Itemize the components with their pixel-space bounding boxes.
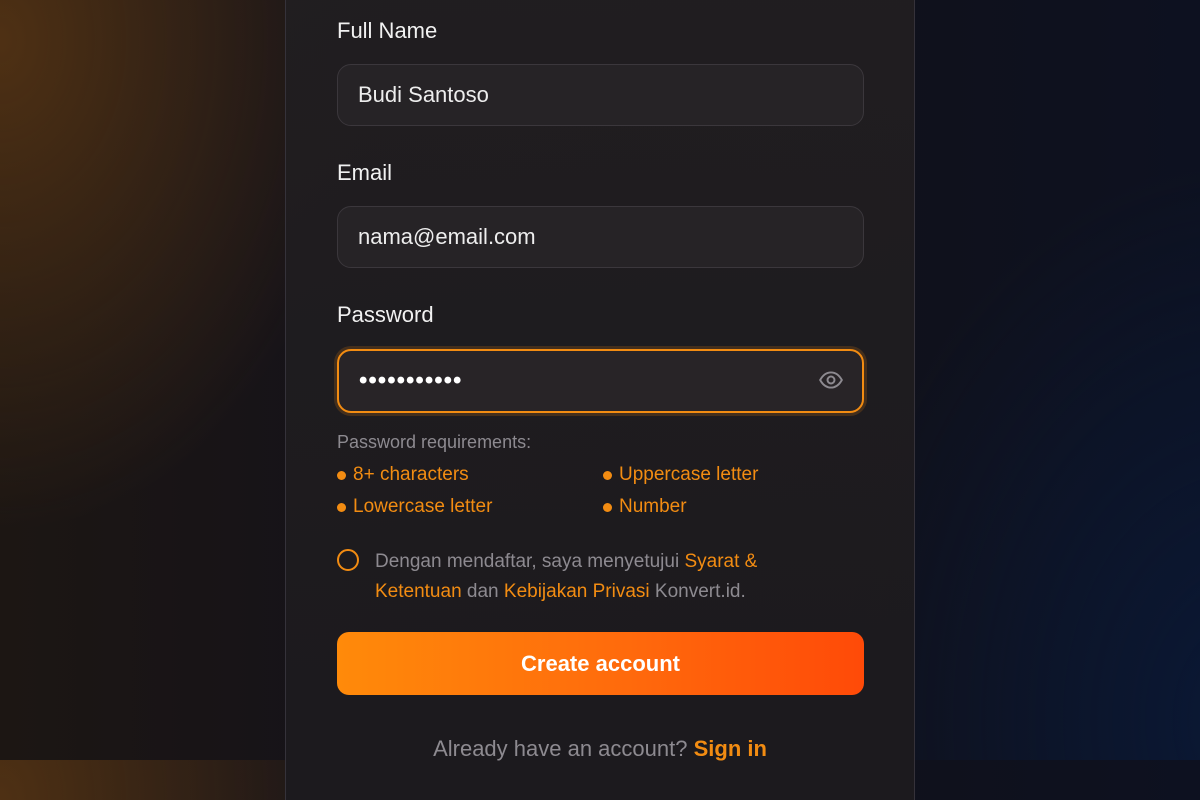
privacy-link[interactable]: Kebijakan Privasi xyxy=(504,581,650,602)
bullet-icon xyxy=(603,502,612,512)
terms-mid: dan xyxy=(461,581,504,602)
requirement-label: Lowercase letter xyxy=(353,496,493,517)
terms-post: Konvert.id. xyxy=(649,581,746,602)
requirement-item: Uppercase letter xyxy=(603,464,758,486)
signin-text: Already have an account? xyxy=(433,736,694,761)
requirement-item: Lowercase letter xyxy=(337,496,492,518)
requirement-label: Number xyxy=(619,496,687,517)
terms-pre: Dengan mendaftar, saya menyetujui xyxy=(375,551,685,572)
requirement-item: Number xyxy=(603,496,687,518)
bullet-icon xyxy=(603,470,612,480)
password-value: ••••••••••• xyxy=(359,367,463,394)
create-account-button[interactable]: Create account xyxy=(337,632,864,695)
terms-text: Dengan mendaftar, saya menyetujui Syarat… xyxy=(375,547,805,607)
password-label: Password xyxy=(337,302,434,327)
signin-link[interactable]: Sign in xyxy=(694,736,767,761)
signin-prompt: Already have an account? Sign in xyxy=(0,736,1200,762)
full-name-value: Budi Santoso xyxy=(358,82,489,107)
eye-icon[interactable] xyxy=(818,367,844,393)
terms-checkbox[interactable] xyxy=(337,549,359,571)
requirement-item: 8+ characters xyxy=(337,464,469,486)
bullet-icon xyxy=(337,470,346,480)
email-value: nama@email.com xyxy=(358,224,536,249)
full-name-input[interactable]: Budi Santoso xyxy=(337,64,864,126)
full-name-label: Full Name xyxy=(337,18,438,43)
email-label: Email xyxy=(337,160,393,185)
requirements-title: Password requirements: xyxy=(337,432,532,452)
bullet-icon xyxy=(337,502,346,512)
requirement-label: 8+ characters xyxy=(353,464,469,485)
requirement-label: Uppercase letter xyxy=(619,464,759,485)
password-input[interactable]: ••••••••••• xyxy=(337,349,864,413)
email-input[interactable]: nama@email.com xyxy=(337,206,864,268)
